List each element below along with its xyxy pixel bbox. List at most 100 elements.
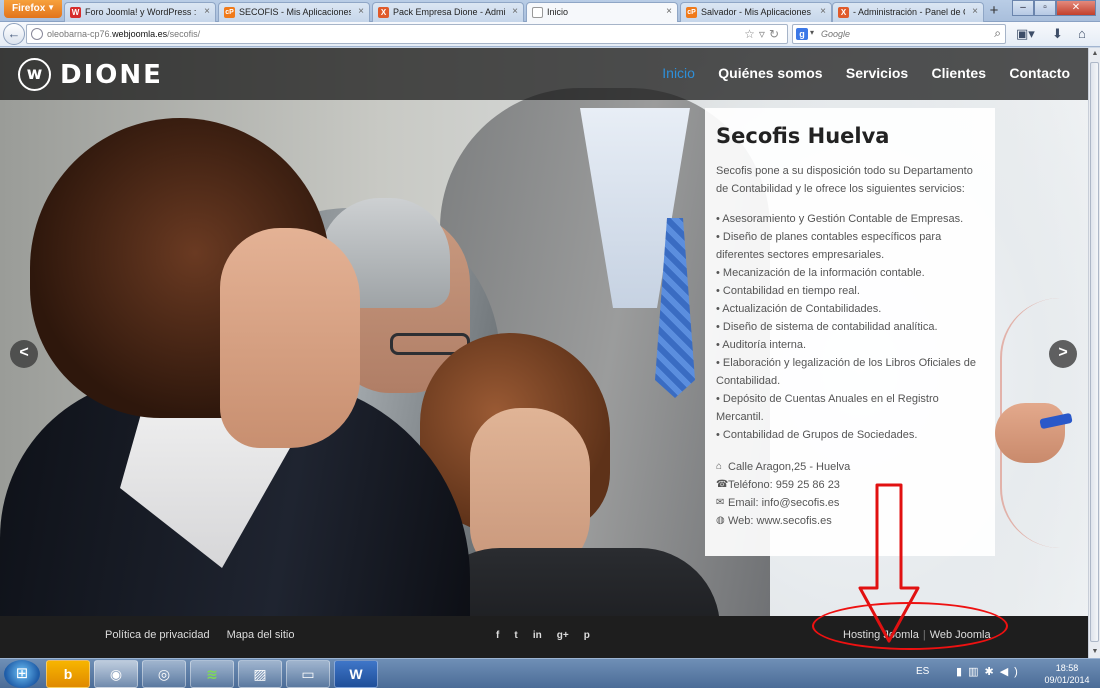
linkedin-icon[interactable]: in xyxy=(533,630,542,641)
url-bar[interactable]: o oleobarna-cp76.webjoomla.es/secofis/ ☆… xyxy=(26,24,788,44)
footer-link-privacy[interactable]: Política de privacidad xyxy=(105,629,210,641)
main-nav: Inicio Quiénes somos Servicios Clientes … xyxy=(642,65,1070,81)
word-icon[interactable]: W xyxy=(334,660,378,688)
firefox-menu-button[interactable]: Firefox ▼ xyxy=(4,0,62,18)
language-indicator[interactable]: ES xyxy=(916,666,929,677)
pinterest-icon[interactable]: p xyxy=(584,630,590,641)
spotify-icon[interactable]: ≋ xyxy=(190,660,234,688)
twitter-icon[interactable]: t xyxy=(514,630,517,641)
bookmark-star-icon[interactable]: ☆ xyxy=(744,27,759,41)
tab-label: Inicio xyxy=(547,7,569,17)
google-plus-icon[interactable]: g+ xyxy=(557,630,569,641)
browser-nav-bar: ← o oleobarna-cp76.webjoomla.es/secofis/… xyxy=(0,22,1100,47)
tab-label: - Administración - Panel de Cont... xyxy=(853,7,965,17)
logo-text: DIONE xyxy=(60,60,163,90)
firefox-taskbar-icon[interactable]: ◉ xyxy=(94,660,138,688)
volume-icon[interactable]: ◀) xyxy=(1000,666,1024,678)
nav-clientes[interactable]: Clientes xyxy=(932,65,986,81)
new-tab-button[interactable]: + xyxy=(985,3,1003,21)
minimize-button[interactable]: – xyxy=(1012,0,1034,16)
nav-quienes-somos[interactable]: Quiénes somos xyxy=(718,65,822,81)
scroll-down-icon[interactable]: ▼ xyxy=(1089,646,1100,658)
bookmarks-icon[interactable]: ▣▾ xyxy=(1016,26,1035,42)
nav-servicios[interactable]: Servicios xyxy=(846,65,908,81)
service-item: • Asesoramiento y Gestión Contable de Em… xyxy=(716,213,964,225)
home-icon[interactable]: ⌂ xyxy=(1078,26,1086,41)
battery-icon[interactable]: ▮ xyxy=(956,666,968,678)
firefox-menu-label: Firefox xyxy=(12,3,46,14)
reload-icon[interactable]: ↻ xyxy=(769,27,783,41)
info-card: Secofis Huelva Secofis pone a su disposi… xyxy=(705,108,995,556)
bing-icon[interactable]: b xyxy=(46,660,90,688)
page-viewport: w DIONE Inicio Quiénes somos Servicios C… xyxy=(0,48,1088,658)
google-icon[interactable]: g xyxy=(796,28,808,40)
close-icon[interactable]: × xyxy=(358,6,364,17)
page-scrollbar[interactable]: ▲ ▼ xyxy=(1088,48,1100,658)
browser-tab-active[interactable]: Inicio × xyxy=(526,2,678,22)
search-bar[interactable]: g ▾ ⌕ xyxy=(792,24,1006,44)
url-prefix: oleobarna-cp76. xyxy=(47,29,113,39)
search-input[interactable] xyxy=(821,27,981,41)
footer-link-sitemap[interactable]: Mapa del sitio xyxy=(227,629,295,641)
service-item: • Auditoría interna. xyxy=(716,339,807,351)
folder-icon[interactable]: ▭ xyxy=(286,660,330,688)
nav-inicio[interactable]: Inicio xyxy=(662,65,695,81)
clock-date: 09/01/2014 xyxy=(1044,675,1090,685)
email-text: Email: info@secofis.es xyxy=(728,497,840,509)
browser-tab[interactable]: cP Salvador - Mis Aplicaciones - Pack...… xyxy=(680,2,832,22)
service-item: • Mecanización de la información contabl… xyxy=(716,267,925,279)
system-tray: ES ▮▥✱◀) 18:58 09/01/2014 xyxy=(912,659,1100,688)
logo-mark: w xyxy=(18,58,51,91)
footer-links: Política de privacidad Mapa del sitio xyxy=(105,629,309,641)
window-close-button[interactable]: ✕ xyxy=(1056,0,1096,16)
download-icon[interactable]: ⬇ xyxy=(1052,26,1063,42)
dropdown-icon[interactable]: ▿ xyxy=(759,27,769,41)
windows-taskbar: ⊞ b ◉ ◎ ≋ ▨ ▭ W ES ▮▥✱◀) 18:58 09/01/201… xyxy=(0,658,1100,688)
back-button[interactable]: ← xyxy=(3,23,25,45)
browser-tab[interactable]: X Pack Empresa Dione - Administra... × xyxy=(372,2,524,22)
nav-contacto[interactable]: Contacto xyxy=(1009,65,1070,81)
browser-tab[interactable]: X - Administración - Panel de Cont... × xyxy=(832,2,984,22)
photo-hand xyxy=(995,403,1065,463)
contact-phone: ☎ Teléfono: 959 25 86 23 xyxy=(716,476,984,494)
browser-tab[interactable]: W Foro Joomla! y WordPress :: Discu... × xyxy=(64,2,216,22)
windows-start-button[interactable]: ⊞ xyxy=(4,660,40,688)
scroll-up-icon[interactable]: ▲ xyxy=(1089,48,1100,60)
url-path: /secofis/ xyxy=(167,29,201,39)
photo-front-woman-face xyxy=(220,228,360,448)
close-icon[interactable]: × xyxy=(972,6,978,17)
slider-next-button[interactable]: > xyxy=(1049,340,1077,368)
network-icon[interactable]: ▥ xyxy=(968,666,984,678)
contact-web: ◍ Web: www.secofis.es xyxy=(716,512,984,530)
joomla-tray-icon[interactable]: ✱ xyxy=(984,666,999,678)
maximize-button[interactable]: ▫ xyxy=(1034,0,1056,16)
contact-address: ⌂ Calle Aragon,25 - Huelva xyxy=(716,458,984,476)
site-header: w DIONE Inicio Quiénes somos Servicios C… xyxy=(0,48,1088,100)
url-bar-icons: ☆▿↻ xyxy=(744,27,783,41)
image-viewer-icon[interactable]: ▨ xyxy=(238,660,282,688)
annotation-highlight-ellipse xyxy=(812,602,1008,650)
service-item: • Diseño de sistema de contabilidad anal… xyxy=(716,321,938,333)
chevron-down-icon[interactable]: ▾ xyxy=(810,28,814,37)
scroll-thumb[interactable] xyxy=(1090,62,1099,642)
browser-tab[interactable]: cP SECOFIS - Mis Aplicaciones - Pack... … xyxy=(218,2,370,22)
tray-icons: ▮▥✱◀) xyxy=(956,665,1024,678)
service-item: • Elaboración y legalización de los Libr… xyxy=(716,357,977,387)
clock[interactable]: 18:58 09/01/2014 xyxy=(1042,662,1092,686)
chrome-icon[interactable]: ◎ xyxy=(142,660,186,688)
slider-prev-button[interactable]: < xyxy=(10,340,38,368)
contact-email: ✉ Email: info@secofis.es xyxy=(716,494,984,512)
tab-favicon: X xyxy=(378,7,389,18)
close-icon[interactable]: × xyxy=(666,6,672,17)
close-icon[interactable]: × xyxy=(512,6,518,17)
site-logo[interactable]: w DIONE xyxy=(18,58,178,92)
facebook-icon[interactable]: f xyxy=(496,630,499,641)
services-list: • Asesoramiento y Gestión Contable de Em… xyxy=(716,210,984,444)
close-icon[interactable]: × xyxy=(204,6,210,17)
contact-list: ⌂ Calle Aragon,25 - Huelva ☎ Teléfono: 959… xyxy=(716,458,984,530)
search-icon[interactable]: ⌕ xyxy=(994,26,1001,41)
url-domain: webjoomla.es xyxy=(112,29,168,39)
url-text[interactable]: oleobarna-cp76.webjoomla.es/secofis/ xyxy=(47,29,200,39)
tab-favicon: cP xyxy=(224,7,235,18)
close-icon[interactable]: × xyxy=(820,6,826,17)
